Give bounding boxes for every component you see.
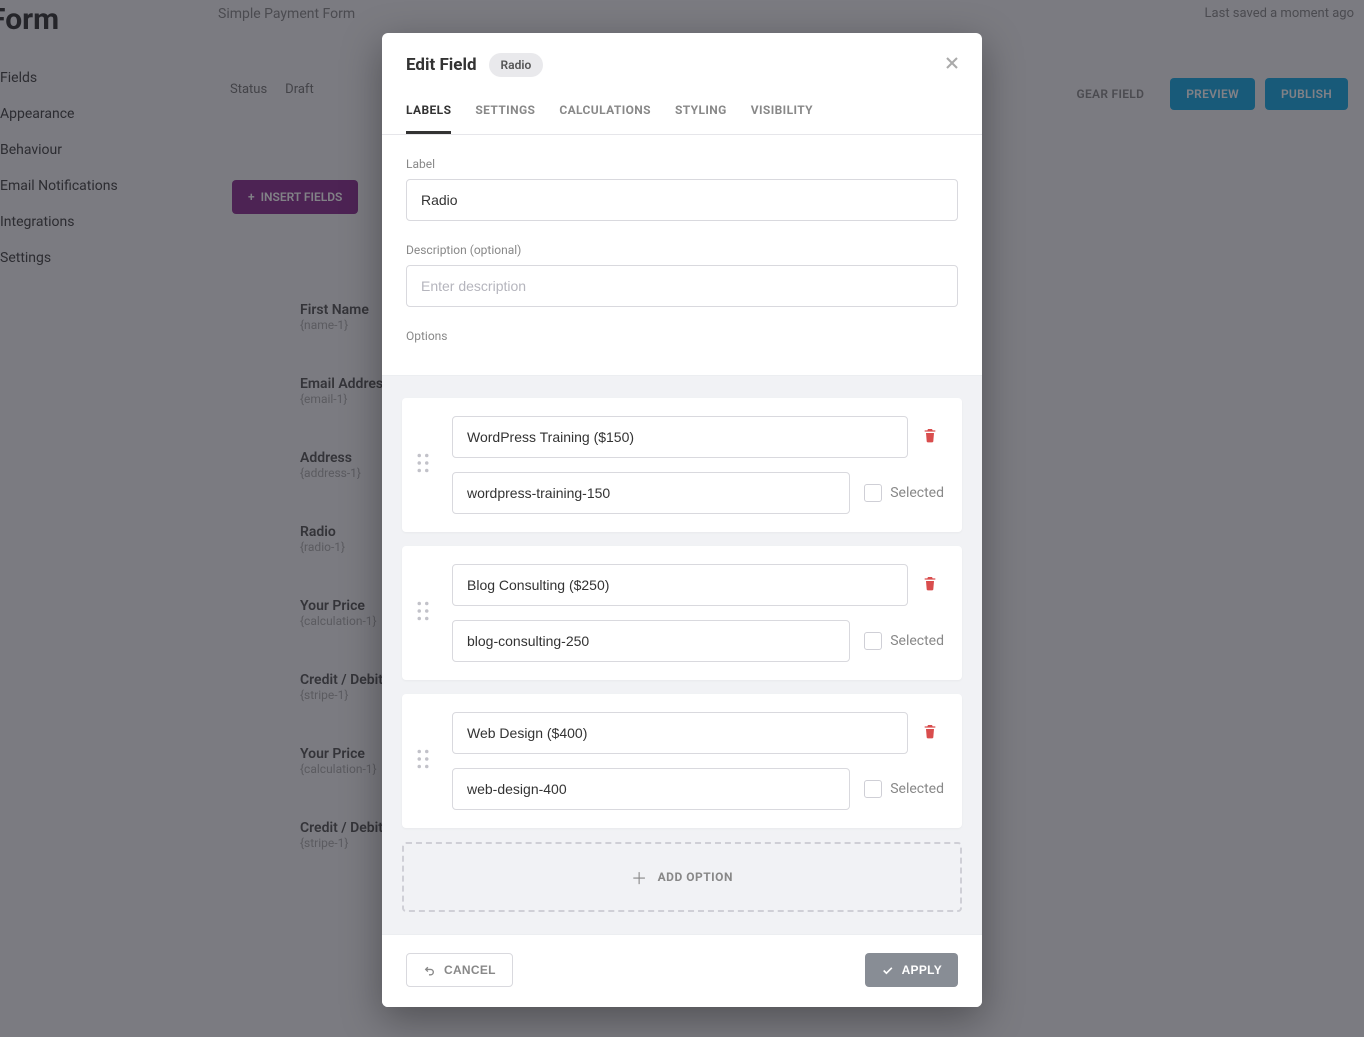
add-option-label: ADD OPTION <box>658 870 733 884</box>
drag-handle-icon[interactable] <box>416 749 432 773</box>
add-option-button[interactable]: ＋ ADD OPTION <box>402 842 962 912</box>
undo-icon <box>423 964 436 977</box>
option-card: Selected <box>402 398 962 532</box>
option-card: Selected <box>402 694 962 828</box>
tab-labels[interactable]: LABELS <box>406 93 451 134</box>
option-card: Selected <box>402 546 962 680</box>
selected-label: Selected <box>890 485 944 501</box>
checkbox-icon <box>864 780 882 798</box>
options-heading: Options <box>406 329 958 343</box>
label-heading: Label <box>406 157 958 171</box>
option-label-input[interactable] <box>452 564 908 606</box>
trash-icon[interactable] <box>922 426 940 448</box>
close-icon[interactable] <box>942 53 962 73</box>
modal-tabs: LABELS SETTINGS CALCULATIONS STYLING VIS… <box>382 93 982 135</box>
option-label-input[interactable] <box>452 712 908 754</box>
modal-overlay: Edit Field Radio LABELS SETTINGS CALCULA… <box>0 0 1364 1037</box>
tab-calculations[interactable]: CALCULATIONS <box>559 93 651 134</box>
description-heading: Description (optional) <box>406 243 958 257</box>
option-value-input[interactable] <box>452 620 850 662</box>
trash-icon[interactable] <box>922 574 940 596</box>
apply-button[interactable]: APPLY <box>865 953 958 987</box>
option-selected-toggle[interactable]: Selected <box>864 632 944 650</box>
selected-label: Selected <box>890 633 944 649</box>
cancel-button[interactable]: CANCEL <box>406 953 513 987</box>
check-icon <box>881 964 894 977</box>
checkbox-icon <box>864 632 882 650</box>
drag-handle-icon[interactable] <box>416 453 432 477</box>
option-value-input[interactable] <box>452 768 850 810</box>
tab-styling[interactable]: STYLING <box>675 93 727 134</box>
checkbox-icon <box>864 484 882 502</box>
label-input[interactable] <box>406 179 958 221</box>
tab-settings[interactable]: SETTINGS <box>475 93 535 134</box>
edit-field-modal: Edit Field Radio LABELS SETTINGS CALCULA… <box>382 33 982 1007</box>
option-selected-toggle[interactable]: Selected <box>864 484 944 502</box>
options-list: Selected Selected Selected ＋ ADD OPTION <box>382 375 982 934</box>
tab-visibility[interactable]: VISIBILITY <box>751 93 813 134</box>
field-type-badge: Radio <box>489 53 544 77</box>
selected-label: Selected <box>890 781 944 797</box>
drag-handle-icon[interactable] <box>416 601 432 625</box>
option-label-input[interactable] <box>452 416 908 458</box>
trash-icon[interactable] <box>922 722 940 744</box>
modal-title: Edit Field <box>406 55 477 75</box>
option-selected-toggle[interactable]: Selected <box>864 780 944 798</box>
option-value-input[interactable] <box>452 472 850 514</box>
description-input[interactable] <box>406 265 958 307</box>
plus-icon: ＋ <box>631 865 648 889</box>
